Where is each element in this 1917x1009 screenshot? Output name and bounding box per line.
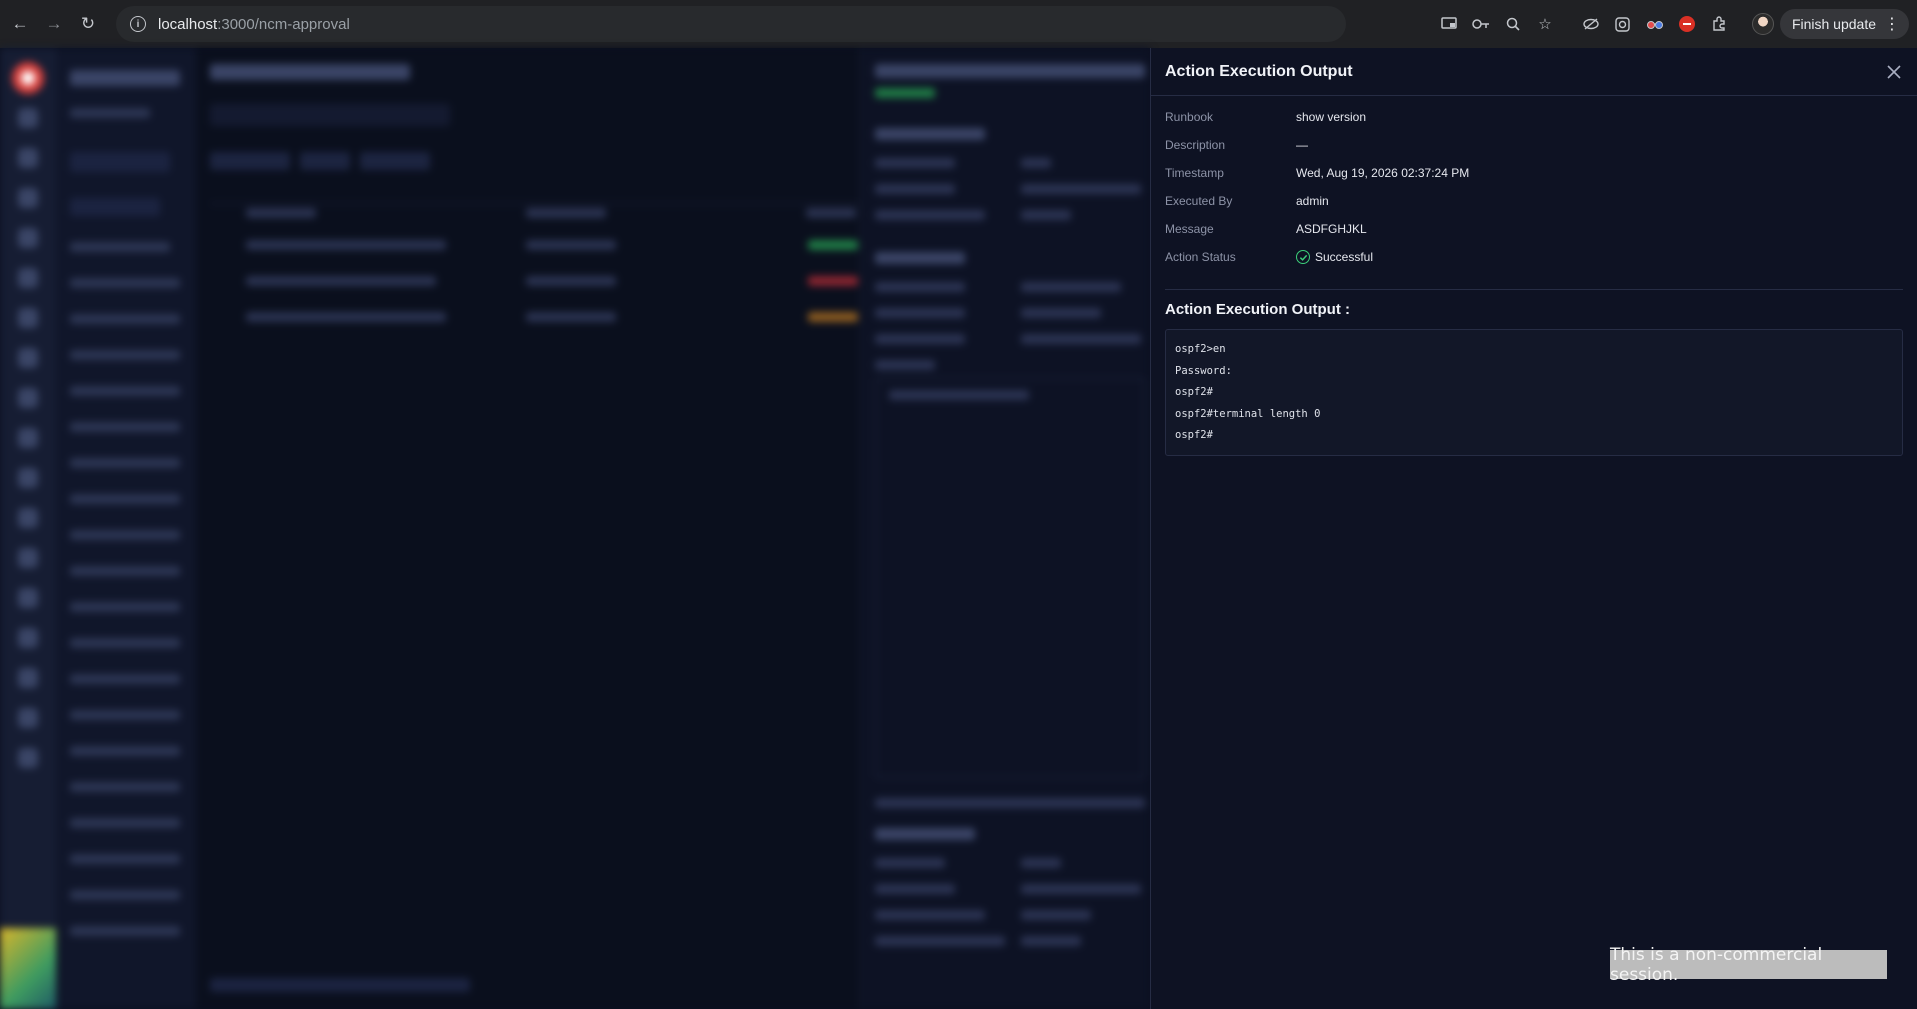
- detail-label: Action Status: [1165, 250, 1236, 264]
- execution-output-console: ospf2>en Password: ospf2# ospf2#terminal…: [1165, 329, 1903, 456]
- detail-row-action-status: Action Status Successful: [1165, 243, 1903, 271]
- detail-row-runbook: Runbook show version: [1165, 103, 1903, 131]
- detail-label: Runbook: [1165, 110, 1214, 124]
- console-line: ospf2#terminal length 0: [1175, 407, 1321, 420]
- site-info-icon[interactable]: i: [130, 16, 146, 32]
- url-host: localhost: [158, 15, 218, 33]
- detail-label: Description: [1165, 138, 1226, 152]
- bookmark-star-icon[interactable]: ☆: [1532, 11, 1558, 37]
- console-line: ospf2#: [1175, 386, 1213, 398]
- non-commercial-watermark: This is a non-commercial session.: [1610, 945, 1887, 985]
- password-key-icon[interactable]: [1468, 11, 1494, 37]
- execution-details: Runbook show version Description — Times…: [1151, 103, 1917, 271]
- status-badge: Successful: [1296, 250, 1373, 264]
- detail-row-description: Description —: [1165, 131, 1903, 159]
- extensions-puzzle-icon[interactable]: [1706, 11, 1732, 37]
- bg-logo-icon: [12, 62, 44, 94]
- detail-value: ASDFGHJKL: [1296, 222, 1367, 236]
- finish-update-button[interactable]: Finish update ⋮: [1779, 9, 1909, 39]
- extension-refresh-icon[interactable]: [1610, 11, 1636, 37]
- detail-value: show version: [1296, 110, 1367, 124]
- detail-label: Executed By: [1165, 194, 1233, 208]
- bg-nav-rail: [0, 48, 56, 1009]
- back-arrow-icon[interactable]: ←: [6, 10, 34, 38]
- detail-row-message: Message ASDFGHJKL: [1165, 215, 1903, 243]
- detail-label: Timestamp: [1165, 166, 1224, 180]
- drawer-title: Action Execution Output: [1165, 62, 1353, 80]
- finish-update-label: Finish update: [1791, 16, 1876, 32]
- bg-approval-detail: [860, 48, 1150, 1009]
- drawer-header: Action Execution Output: [1151, 48, 1917, 96]
- close-icon[interactable]: [1883, 61, 1905, 83]
- action-execution-output-drawer: Action Execution Output Runbook show ver…: [1150, 48, 1917, 1009]
- extension-eye-off-icon[interactable]: [1578, 11, 1604, 37]
- console-line: ospf2#: [1175, 429, 1213, 441]
- console-line: Password:: [1175, 364, 1232, 377]
- zoom-icon[interactable]: [1500, 11, 1526, 37]
- extension-block-icon[interactable]: [1674, 11, 1700, 37]
- detail-value: —: [1296, 138, 1308, 152]
- bg-approval-list: [196, 48, 860, 1009]
- forward-arrow-icon[interactable]: →: [40, 10, 68, 38]
- profile-avatar[interactable]: [1751, 13, 1774, 35]
- address-bar[interactable]: i localhost:3000/ncm-approval: [116, 6, 1346, 42]
- detail-row-executed-by: Executed By admin: [1165, 187, 1903, 215]
- detail-value: Wed, Aug 19, 2026 02:37:24 PM: [1296, 166, 1470, 180]
- url-path: :3000/ncm-approval: [217, 15, 350, 33]
- detail-row-timestamp: Timestamp Wed, Aug 19, 2026 02:37:24 PM: [1165, 159, 1903, 187]
- extension-glasses-icon[interactable]: [1642, 11, 1668, 37]
- output-heading: Action Execution Output :: [1165, 301, 1350, 318]
- detail-value: admin: [1296, 194, 1329, 208]
- cast-icon[interactable]: [1436, 11, 1462, 37]
- more-vertical-icon: ⋮: [1884, 16, 1900, 33]
- check-circle-icon: [1296, 250, 1310, 264]
- browser-toolbar: ← → ↻ i localhost:3000/ncm-approval ☆ F…: [0, 0, 1917, 48]
- status-text: Successful: [1315, 250, 1374, 264]
- bg-sidebar: [56, 48, 196, 1009]
- detail-label: Message: [1165, 222, 1214, 236]
- console-line: ospf2>en: [1175, 343, 1226, 355]
- reload-icon[interactable]: ↻: [74, 10, 102, 38]
